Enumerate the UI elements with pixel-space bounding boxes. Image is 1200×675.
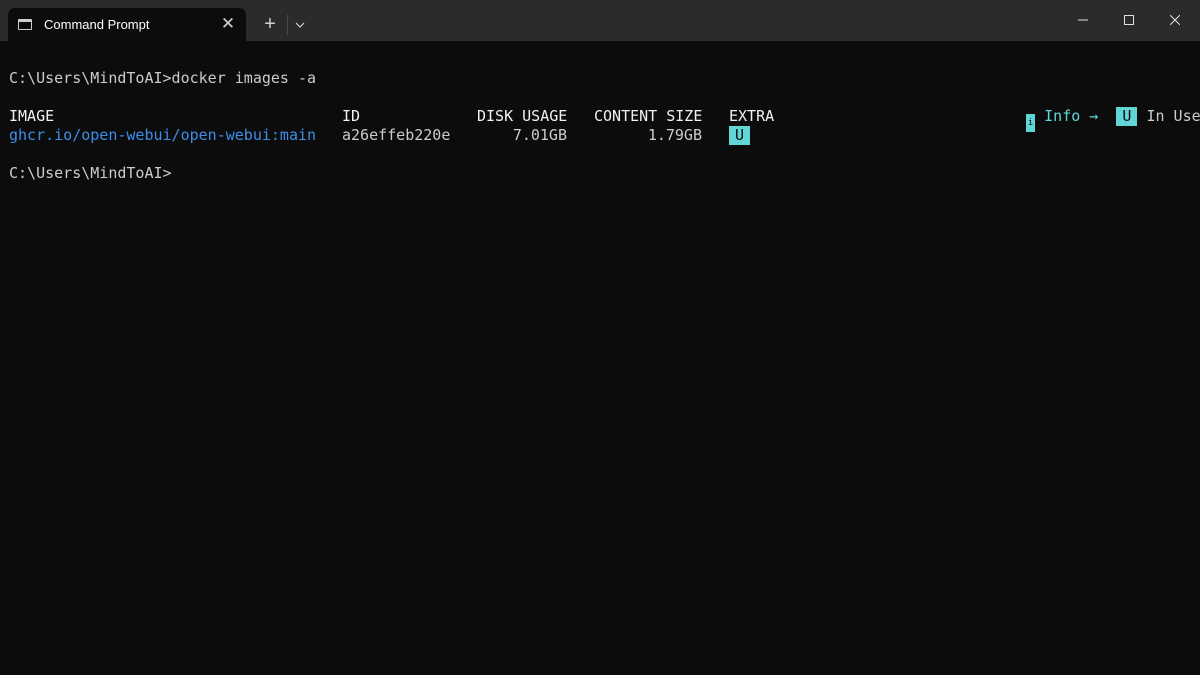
disk-usage-value: 7.01GB <box>512 126 567 144</box>
header-content-size: CONTENT SIZE <box>594 107 703 125</box>
minimize-icon <box>1078 19 1088 21</box>
prompt-line: C:\Users\MindToAI> <box>9 164 172 182</box>
terminal-output[interactable]: C:\Users\MindToAI>docker images -a i Inf… <box>0 41 1200 675</box>
tab-title: Command Prompt <box>44 17 150 32</box>
chevron-down-icon <box>295 22 305 28</box>
title-bar: Command Prompt ✕ + <box>0 0 1200 41</box>
info-label: Info → <box>1044 107 1099 125</box>
image-id: a26effeb220e <box>342 126 451 144</box>
command-line: C:\Users\MindToAI>docker images -a <box>9 69 317 87</box>
tab-close-button[interactable]: ✕ <box>218 14 238 34</box>
header-extra: EXTRA <box>729 107 775 125</box>
minimize-button[interactable] <box>1060 0 1106 41</box>
content-size-value: 1.79GB <box>647 126 702 144</box>
extra-badge: U <box>729 126 751 145</box>
image-name-link[interactable]: ghcr.io/open-webui/open-webui:main <box>9 126 316 145</box>
tab-divider <box>287 15 288 35</box>
header-image: IMAGE <box>9 107 55 125</box>
info-marker: i <box>1026 114 1036 132</box>
status-legend: i Info → U In Use <box>990 88 1200 151</box>
new-tab-button[interactable]: + <box>259 13 281 35</box>
tab-dropdown-button[interactable] <box>290 15 310 35</box>
in-use-badge: U <box>1116 107 1138 126</box>
header-id: ID <box>342 107 361 125</box>
in-use-label: In Use <box>1146 107 1200 125</box>
close-icon <box>1170 15 1180 25</box>
header-disk-usage: DISK USAGE <box>477 107 568 125</box>
tab-command-prompt[interactable]: Command Prompt ✕ <box>8 8 246 41</box>
terminal-icon <box>18 19 32 30</box>
maximize-icon <box>1124 15 1134 25</box>
maximize-button[interactable] <box>1106 0 1152 41</box>
close-window-button[interactable] <box>1152 0 1198 41</box>
